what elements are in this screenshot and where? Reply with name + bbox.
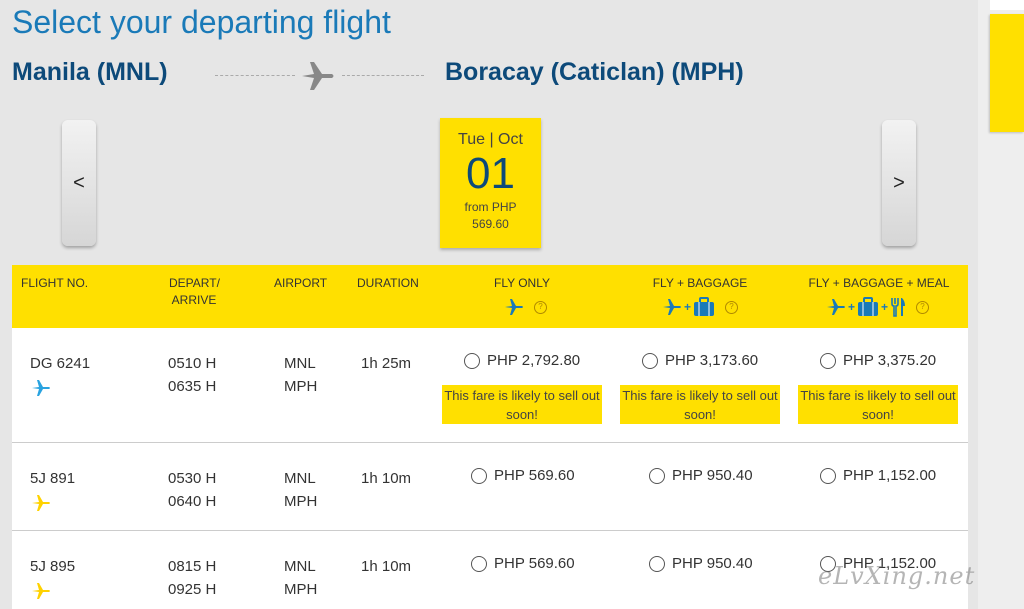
fare-fly-baggage-meal-option[interactable]: PHP 1,152.00	[820, 467, 936, 484]
fare-price: PHP 950.40	[672, 467, 753, 484]
depart-time: 0510 H	[168, 355, 217, 372]
fare-fly-only-option[interactable]: PHP 2,792.80	[464, 352, 580, 369]
side-panel-top	[990, 0, 1024, 10]
airplane-icon	[302, 62, 334, 90]
destination-city: Boracay (Caticlan) (MPH)	[445, 58, 744, 86]
flights-table: FLIGHT NO. DEPART/ ARRIVE AIRPORT DURATI…	[12, 265, 968, 609]
date-weekday-month: Tue | Oct	[458, 131, 523, 148]
page-title: Select your departing flight	[12, 4, 391, 40]
date-from-label: from PHP	[464, 200, 517, 214]
fare-fly-baggage-option[interactable]: PHP 950.40	[649, 467, 753, 484]
date-day: 01	[466, 149, 515, 198]
depart-airport: MNL	[284, 355, 316, 372]
help-icon[interactable]: ?	[534, 300, 547, 314]
fare-price: PHP 569.60	[494, 555, 575, 572]
radio-button[interactable]	[820, 352, 836, 369]
selected-date-card[interactable]: Tue | Oct 01 from PHP 569.60	[440, 118, 541, 248]
origin-city: Manila (MNL)	[12, 58, 168, 86]
radio-button[interactable]	[471, 555, 487, 572]
header-fly-baggage: FLY + BAGGAGE	[652, 276, 748, 290]
depart-airport: MNL	[284, 558, 316, 575]
airplane-icon	[827, 299, 845, 315]
fare-fly-baggage-meal-option[interactable]: PHP 3,375.20	[820, 352, 936, 369]
depart-time: 0815 H	[168, 558, 217, 575]
depart-time: 0530 H	[168, 470, 217, 487]
radio-button[interactable]	[649, 555, 665, 572]
help-icon[interactable]: ?	[725, 300, 739, 314]
flight-duration: 1h 10m	[361, 470, 412, 487]
header-airport: AIRPORT	[274, 276, 328, 290]
fare-price: PHP 1,152.00	[843, 467, 937, 484]
watermark: eLvXing.net	[818, 562, 976, 590]
depart-airport: MNL	[284, 470, 316, 487]
sellout-notice: This fare is likely to sell out soon!	[798, 385, 958, 424]
route-line-right	[342, 75, 424, 76]
table-row: DG 6241 0510 H 0635 H MNL MPH 1h 25m PHP…	[12, 328, 968, 443]
flight-number: 5J 891	[30, 470, 76, 487]
fare-price: PHP 950.40	[672, 555, 753, 572]
radio-button[interactable]	[820, 467, 836, 484]
fare-price: PHP 569.60	[494, 467, 575, 484]
fly-only-icons: ?	[504, 296, 547, 318]
arrive-airport: MPH	[284, 378, 318, 395]
sellout-notice: This fare is likely to sell out soon!	[620, 385, 780, 424]
airline-airplane-icon	[32, 583, 50, 599]
fare-price: PHP 2,792.80	[487, 352, 581, 369]
airline-airplane-icon	[32, 380, 50, 396]
radio-button[interactable]	[649, 467, 665, 484]
header-fly-only: FLY ONLY	[493, 276, 551, 290]
arrive-airport: MPH	[284, 581, 318, 598]
header-fly-baggage-meal: FLY + BAGGAGE + MEAL	[808, 276, 950, 290]
baggage-icon	[858, 297, 879, 316]
route-line-left	[215, 75, 295, 76]
fly-baggage-icons: + ?	[662, 296, 739, 318]
fare-fly-baggage-option[interactable]: PHP 950.40	[649, 555, 753, 572]
baggage-icon	[694, 297, 715, 316]
airplane-icon	[663, 299, 681, 315]
table-header: FLIGHT NO. DEPART/ ARRIVE AIRPORT DURATI…	[12, 265, 968, 328]
next-date-button[interactable]: >	[882, 120, 916, 246]
arrive-time: 0635 H	[168, 378, 217, 395]
radio-button[interactable]	[471, 467, 487, 484]
header-flight-no: FLIGHT NO.	[21, 276, 89, 290]
previous-date-button[interactable]: <	[62, 120, 96, 246]
fare-fly-only-option[interactable]: PHP 569.60	[471, 467, 575, 484]
arrive-time: 0640 H	[168, 493, 217, 510]
table-row: 5J 891 0530 H 0640 H MNL MPH 1h 10m PHP …	[12, 443, 968, 531]
airplane-icon	[505, 299, 523, 315]
airline-airplane-icon	[32, 495, 50, 511]
flight-duration: 1h 10m	[361, 558, 412, 575]
arrive-airport: MPH	[284, 493, 318, 510]
radio-button[interactable]	[464, 352, 480, 369]
header-depart-arrive: DEPART/ ARRIVE	[169, 276, 220, 307]
date-lowest-price: 569.60	[472, 217, 509, 231]
fare-fly-baggage-option[interactable]: PHP 3,173.60	[642, 352, 758, 369]
header-duration: DURATION	[357, 276, 419, 290]
radio-button[interactable]	[642, 352, 658, 369]
flight-number: DG 6241	[30, 355, 91, 372]
sellout-notice: This fare is likely to sell out soon!	[442, 385, 602, 424]
meal-icon	[891, 298, 906, 317]
fare-price: PHP 3,375.20	[843, 352, 937, 369]
fare-price: PHP 3,173.60	[665, 352, 759, 369]
help-icon[interactable]: ?	[916, 300, 930, 314]
fare-fly-only-option[interactable]: PHP 569.60	[471, 555, 575, 572]
fly-baggage-meal-icons: + + ?	[826, 296, 930, 318]
flight-duration: 1h 25m	[361, 355, 412, 372]
side-summary-card[interactable]	[990, 14, 1024, 132]
arrive-time: 0925 H	[168, 581, 217, 598]
flight-number: 5J 895	[30, 558, 76, 575]
